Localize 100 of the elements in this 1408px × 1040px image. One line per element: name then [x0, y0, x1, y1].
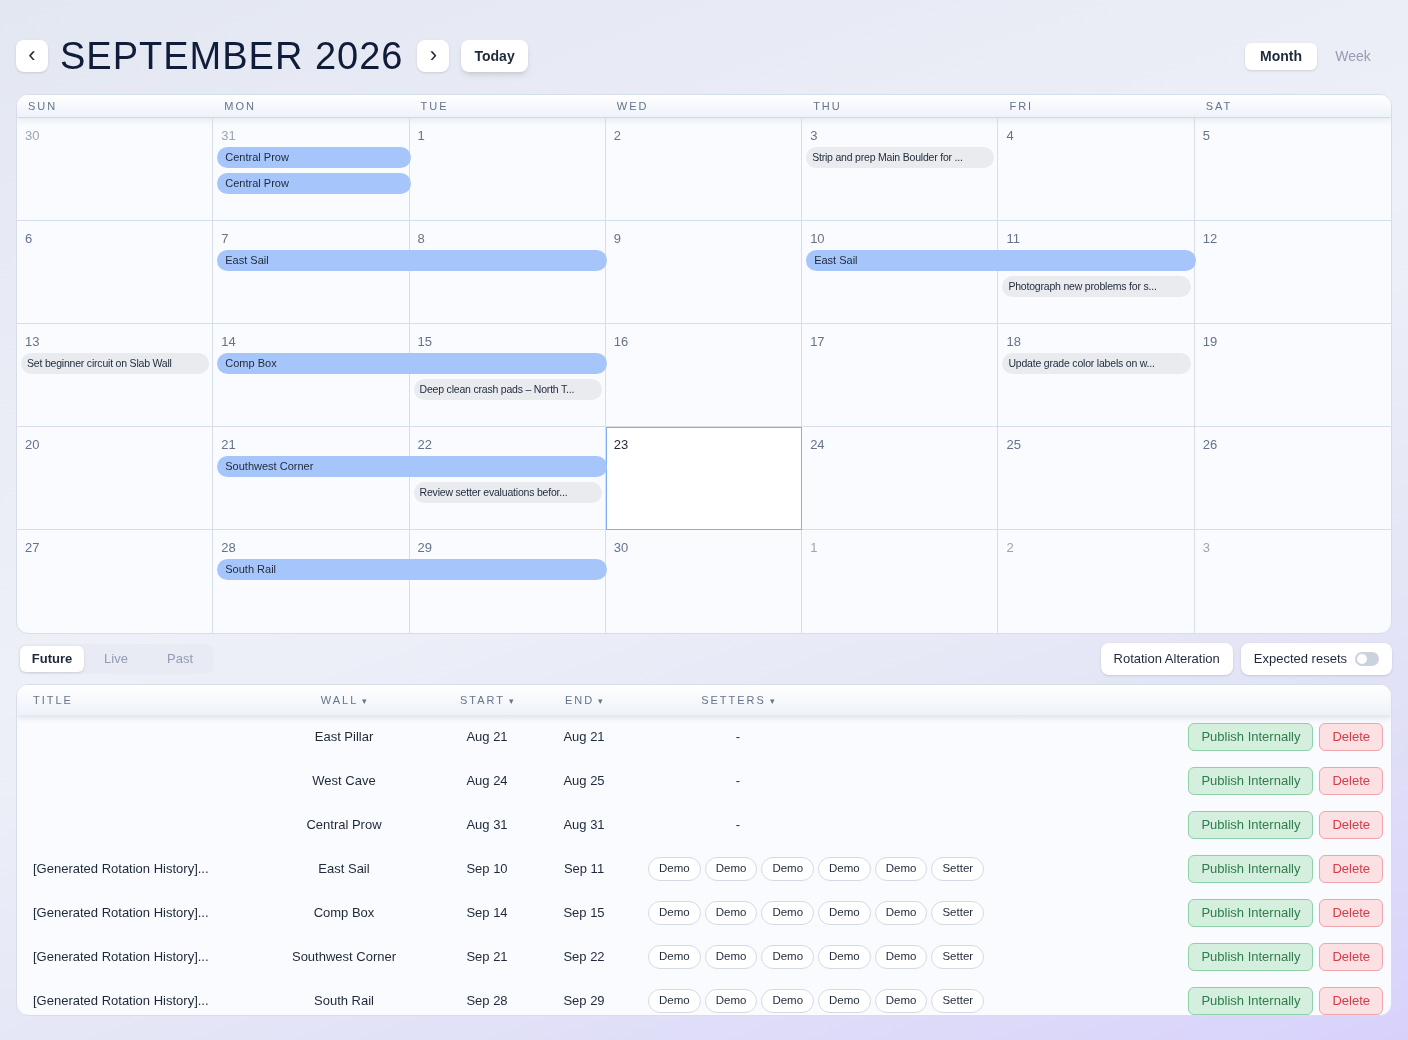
- delete-button[interactable]: Delete: [1319, 899, 1383, 927]
- day-number: 20: [25, 437, 40, 452]
- column-header[interactable]: WALL ▾: [250, 691, 438, 709]
- list-tab[interactable]: Future: [20, 646, 84, 672]
- task-event-pill[interactable]: Photograph new problems for s...: [1002, 276, 1191, 297]
- setters-cell-text: -: [734, 728, 742, 747]
- wall-event-bar[interactable]: Central Prow: [217, 147, 411, 168]
- publish-button[interactable]: Publish Internally: [1188, 855, 1314, 883]
- day-number: 2: [613, 128, 622, 143]
- column-header[interactable]: START ▾: [438, 691, 536, 709]
- wall-event-bar[interactable]: East Sail: [806, 250, 1196, 271]
- day-cell[interactable]: 2: [605, 118, 803, 221]
- sort-caret-icon[interactable]: ▾: [362, 695, 368, 706]
- column-header[interactable]: SETTERS ▾: [648, 691, 828, 709]
- publish-button[interactable]: Publish Internally: [1188, 811, 1314, 839]
- day-cell[interactable]: 2: [998, 530, 1195, 633]
- setter-chip: Demo: [704, 989, 758, 1013]
- delete-button[interactable]: Delete: [1319, 987, 1383, 1015]
- publish-button[interactable]: Publish Internally: [1188, 767, 1314, 795]
- setters-cell-text: -: [734, 816, 742, 835]
- delete-button[interactable]: Delete: [1319, 767, 1383, 795]
- wall-event-bar[interactable]: Southwest Corner: [217, 456, 607, 477]
- title-cell-text: [Generated Rotation History]...: [33, 904, 210, 923]
- next-month-button[interactable]: ›: [417, 40, 450, 72]
- start-cell-text: Aug 31: [465, 816, 509, 835]
- wall-cell-text: Southwest Corner: [290, 948, 398, 967]
- day-number: 14: [221, 334, 236, 349]
- task-event-pill[interactable]: Update grade color labels on w...: [1002, 353, 1191, 374]
- delete-button[interactable]: Delete: [1319, 855, 1383, 883]
- day-number: 11: [1006, 231, 1020, 246]
- weekday-header: FRI: [1008, 98, 1035, 114]
- expected-resets-toggle[interactable]: [1355, 652, 1379, 666]
- setter-chip: Demo: [818, 989, 871, 1013]
- wall-cell-text: Central Prow: [305, 816, 383, 835]
- day-cell[interactable]: 20: [17, 427, 214, 530]
- day-number: 7: [221, 231, 229, 246]
- day-cell[interactable]: 27: [17, 530, 214, 633]
- day-number: 8: [417, 231, 425, 246]
- task-event-pill[interactable]: Set beginner circuit on Slab Wall: [21, 353, 210, 374]
- day-number: 18: [1006, 334, 1021, 349]
- setter-chip: Demo: [818, 901, 871, 925]
- day-cell[interactable]: 4: [998, 118, 1195, 221]
- day-cell[interactable]: 6: [17, 221, 214, 324]
- publish-button[interactable]: Publish Internally: [1188, 987, 1314, 1015]
- view-tab[interactable]: Month: [1245, 42, 1317, 70]
- task-event-pill[interactable]: Review setter evaluations befor...: [413, 482, 602, 503]
- setter-chip: Demo: [704, 945, 758, 969]
- setter-chip: Demo: [648, 989, 701, 1013]
- publish-button[interactable]: Publish Internally: [1188, 899, 1314, 927]
- sort-caret-icon[interactable]: ▾: [598, 695, 604, 706]
- weekday-header: WED: [615, 98, 650, 114]
- previous-month-button[interactable]: ‹: [16, 40, 48, 72]
- end-cell-text: Sep 29: [562, 992, 606, 1011]
- setter-chip: Demo: [874, 901, 928, 925]
- day-number: 28: [221, 540, 236, 555]
- day-number: 5: [1202, 128, 1210, 143]
- day-number: 13: [25, 334, 40, 349]
- wall-cell-text: East Sail: [317, 860, 371, 879]
- setter-chip: Demo: [818, 945, 871, 969]
- day-cell[interactable]: 30: [17, 118, 214, 221]
- day-number: 1: [810, 540, 818, 555]
- task-event-pill[interactable]: Deep clean crash pads – North T...: [413, 379, 602, 400]
- day-cell[interactable]: 25: [998, 427, 1195, 530]
- today-button[interactable]: Today: [461, 40, 528, 72]
- setter-chip: Demo: [761, 901, 815, 925]
- setter-chip: Demo: [704, 901, 758, 925]
- publish-button[interactable]: Publish Internally: [1188, 943, 1314, 971]
- sort-caret-icon[interactable]: ▾: [509, 695, 514, 706]
- month-title: SEPTEMBER 2026: [60, 37, 404, 75]
- rotation-alteration-button[interactable]: Rotation Alteration: [1100, 643, 1233, 675]
- delete-button[interactable]: Delete: [1319, 811, 1383, 839]
- delete-button[interactable]: Delete: [1319, 723, 1383, 751]
- day-cell[interactable]: 3: [1194, 530, 1391, 633]
- day-cell[interactable]: 23: [605, 427, 803, 530]
- day-cell[interactable]: 5: [1194, 118, 1391, 221]
- day-cell[interactable]: 17: [802, 324, 999, 427]
- wall-event-bar[interactable]: East Sail: [217, 250, 607, 271]
- day-cell[interactable]: 9: [605, 221, 803, 324]
- setter-chip: Setter: [931, 901, 985, 925]
- setter-chip: Demo: [648, 857, 701, 881]
- setter-chip: Demo: [704, 857, 758, 881]
- day-cell[interactable]: 12: [1194, 221, 1391, 324]
- view-tab[interactable]: Week: [1317, 42, 1389, 70]
- day-cell[interactable]: 26: [1194, 427, 1391, 530]
- wall-event-bar[interactable]: Comp Box: [217, 353, 607, 374]
- day-number: 6: [25, 231, 33, 246]
- day-cell[interactable]: 24: [802, 427, 999, 530]
- setter-chip: Setter: [931, 857, 985, 881]
- publish-button[interactable]: Publish Internally: [1188, 723, 1314, 751]
- sort-caret-icon[interactable]: ▾: [769, 695, 775, 706]
- wall-event-bar[interactable]: Central Prow: [217, 173, 411, 194]
- day-number: 4: [1006, 128, 1014, 143]
- day-number: 29: [417, 540, 433, 555]
- delete-button[interactable]: Delete: [1319, 943, 1383, 971]
- day-cell[interactable]: 19: [1194, 324, 1391, 427]
- task-event-pill[interactable]: Strip and prep Main Boulder for ...: [806, 147, 995, 168]
- day-cell[interactable]: 1: [802, 530, 999, 633]
- wall-event-bar[interactable]: South Rail: [217, 559, 607, 580]
- column-header[interactable]: END ▾: [536, 691, 632, 709]
- end-cell-text: Aug 31: [562, 816, 606, 835]
